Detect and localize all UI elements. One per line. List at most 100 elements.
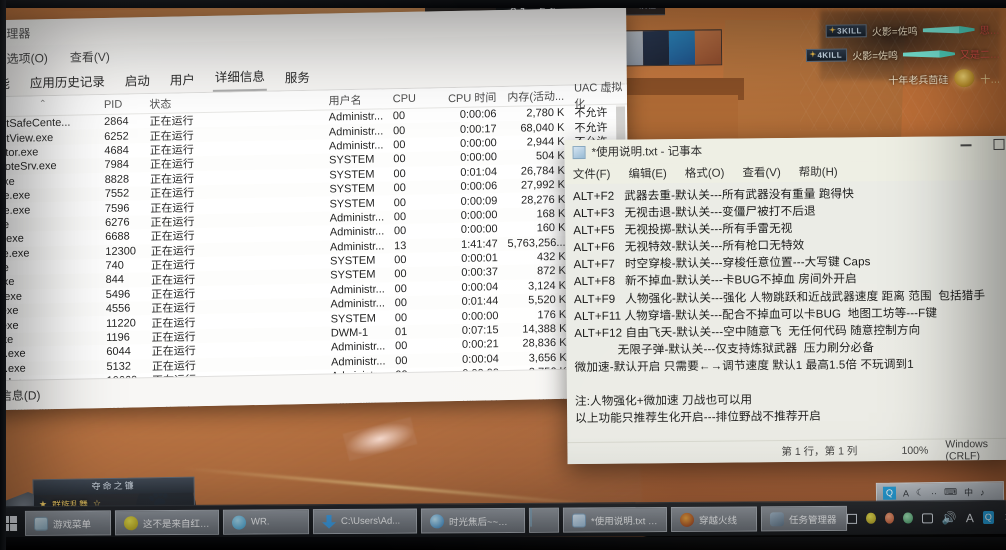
green-dot-icon[interactable] bbox=[903, 512, 913, 524]
process-username: Administr... bbox=[328, 124, 384, 139]
qq-icon[interactable]: Q bbox=[882, 486, 897, 500]
task-manager-window[interactable]: 务管理器 选项(O) 查看(V) 性能 应用历史记录 启动 用户 详细信息 服务… bbox=[0, 7, 630, 411]
process-username: Administr... bbox=[329, 211, 385, 225]
process-username: SYSTEM bbox=[329, 197, 375, 211]
minimize-icon[interactable] bbox=[960, 143, 972, 146]
process-cpu-time: 0:00:37 bbox=[461, 266, 499, 280]
fewer-details-button[interactable]: 略信息(D) bbox=[0, 386, 41, 404]
menu-file[interactable]: 文件(F) bbox=[573, 166, 611, 182]
col-cpu[interactable]: CPU bbox=[391, 92, 431, 105]
system-tray: 🔊 A Q 14:20:23 2024/2/3/周六 bbox=[846, 501, 1006, 535]
killer-name: 火影=佐鸣 bbox=[852, 50, 899, 63]
process-username: Administr... bbox=[330, 283, 385, 297]
taskbar-item-downloads[interactable]: C:\Users\Ad... bbox=[312, 508, 418, 535]
maximize-icon[interactable] bbox=[993, 138, 1005, 151]
col-username[interactable]: 用户名 bbox=[324, 91, 390, 108]
ime-a-icon[interactable]: A bbox=[966, 511, 974, 525]
process-pid: 6252 bbox=[104, 130, 129, 143]
kill-feed-medal-row: 十年老兵茴硅 十… bbox=[780, 68, 1000, 90]
player-portrait bbox=[642, 30, 670, 67]
tab-app-history[interactable]: 应用历史记录 bbox=[28, 69, 107, 96]
col-memory[interactable]: 内存(活动... bbox=[496, 87, 570, 104]
orange-dot-icon[interactable] bbox=[884, 512, 895, 524]
process-username: SYSTEM bbox=[329, 168, 375, 182]
menu-view[interactable]: 查看(V) bbox=[742, 164, 780, 180]
process-cpu: 00 bbox=[394, 254, 407, 267]
taskbar-item-task-manager[interactable]: 任务管理器 bbox=[760, 505, 848, 532]
process-username: Administr... bbox=[330, 297, 385, 311]
process-cpu: 00 bbox=[393, 225, 407, 238]
process-name: Monitor.exe bbox=[0, 146, 39, 160]
process-cpu: 00 bbox=[395, 354, 408, 368]
process-name: RemoteSrv.exe bbox=[0, 160, 57, 174]
process-name: s.exe bbox=[0, 260, 98, 275]
window-icon[interactable] bbox=[846, 513, 858, 524]
tab-services[interactable]: 服务 bbox=[283, 65, 312, 91]
process-pid: 1196 bbox=[106, 331, 130, 345]
col-pid[interactable]: PID bbox=[96, 98, 146, 111]
tab-users[interactable]: 用户 bbox=[168, 67, 197, 93]
volume-icon[interactable]: 🔊 bbox=[942, 511, 957, 525]
process-memory: 28,276 K bbox=[521, 193, 566, 207]
process-name: ssfire.exe bbox=[0, 247, 30, 261]
col-name[interactable] bbox=[0, 105, 96, 107]
wr-icon bbox=[231, 515, 247, 530]
process-cpu: 01 bbox=[394, 326, 408, 339]
process-cpu-time: 0:00:06 bbox=[460, 180, 498, 194]
yellow-dot-icon[interactable] bbox=[866, 512, 876, 524]
taskbar-label: 这不是来自红… bbox=[142, 518, 210, 530]
menu-options[interactable]: 选项(O) bbox=[6, 49, 47, 67]
notepad-textarea[interactable]: ALT+F2 武器去重-默认关---所有武器没有重量 跑得快 ALT+F3 无视… bbox=[565, 180, 1006, 464]
monitor-left-bezel bbox=[0, 0, 6, 550]
line-ending: Windows (CRLF) bbox=[945, 437, 989, 463]
taskbar-item-photos[interactable]: 时光焦后~~… bbox=[420, 507, 526, 534]
col-cpu-time[interactable]: CPU 时间 bbox=[430, 89, 496, 106]
taskbar-label: *使用说明.txt … bbox=[590, 515, 658, 527]
tray-glyph-a[interactable]: A bbox=[903, 488, 909, 498]
taskbar-item-crossfire[interactable]: 穿越火线 bbox=[670, 506, 758, 532]
menu-help[interactable]: 帮助(H) bbox=[799, 164, 838, 180]
taskbar-item-browser[interactable]: 这不是来自红… bbox=[114, 509, 220, 536]
taskbar-item-wr[interactable]: WR. bbox=[222, 509, 310, 535]
process-pid: 7552 bbox=[104, 187, 130, 201]
taskbar-item-notepad[interactable]: *使用说明.txt … bbox=[562, 506, 668, 533]
tray-glyph-keyboard[interactable]: ⌨ bbox=[944, 487, 957, 498]
process-rows: ClientSafeCente... 2864 正在运行 Administr... 00… bbox=[0, 105, 630, 411]
taskbar-item-game-menu[interactable]: 游戏菜单 bbox=[24, 510, 112, 536]
taskbar-item-image[interactable] bbox=[528, 507, 560, 533]
col-status[interactable]: 状态 bbox=[145, 92, 324, 112]
process-cpu-time: 0:00:09 bbox=[460, 194, 498, 208]
notepad-title: *使用说明.txt - 记事本 bbox=[591, 145, 703, 159]
process-name: d.exe bbox=[0, 217, 97, 232]
monitor-icon[interactable] bbox=[921, 512, 933, 523]
tray-glyph-dots[interactable]: ·· bbox=[931, 488, 937, 498]
scroll-up-caret-icon[interactable]: ⌃ bbox=[605, 89, 613, 100]
process-cpu: 00 bbox=[392, 124, 406, 137]
menu-view[interactable]: 查看(V) bbox=[70, 47, 110, 65]
tray-glyph-ime[interactable]: 中 bbox=[964, 486, 973, 499]
process-name: ClientView.exe bbox=[0, 131, 54, 146]
process-cpu-time: 0:01:04 bbox=[460, 165, 498, 179]
process-username: SYSTEM bbox=[330, 254, 376, 268]
taskbar-label: 任务管理器 bbox=[788, 514, 837, 526]
qq-icon[interactable]: Q bbox=[982, 511, 994, 525]
process-pid: 12300 bbox=[105, 245, 136, 258]
tray-glyph-music[interactable]: ♪ bbox=[980, 487, 985, 497]
process-memory: 2,780 K bbox=[526, 106, 565, 120]
tab-details[interactable]: 详细信息 bbox=[212, 63, 267, 92]
crossfire-icon bbox=[679, 512, 695, 527]
process-pid: 4684 bbox=[104, 144, 129, 157]
notepad-window[interactable]: *使用说明.txt - 记事本 文件(F) 编辑(E) 格式(O) 查看(V) … bbox=[564, 135, 1006, 465]
process-memory: 2,944 K bbox=[526, 135, 565, 149]
player-portrait bbox=[694, 30, 722, 67]
tab-startup[interactable]: 启动 bbox=[123, 68, 152, 94]
process-cpu: 00 bbox=[394, 282, 407, 296]
process-cpu-time: 0:00:01 bbox=[461, 252, 498, 265]
process-memory: 3,124 K bbox=[527, 279, 567, 293]
monitor-photo: 队伍 01:56 3KILL 火影=佐鸣 思… 4KILL 火影=佐鸣 又是二…… bbox=[0, 0, 1006, 550]
menu-edit[interactable]: 编辑(E) bbox=[628, 165, 666, 181]
process-pid: 6688 bbox=[105, 230, 130, 244]
menu-format[interactable]: 格式(O) bbox=[685, 165, 725, 181]
killer-name: 火影=佐鸣 bbox=[871, 26, 918, 39]
tray-glyph-moon[interactable]: ☾ bbox=[916, 487, 924, 498]
